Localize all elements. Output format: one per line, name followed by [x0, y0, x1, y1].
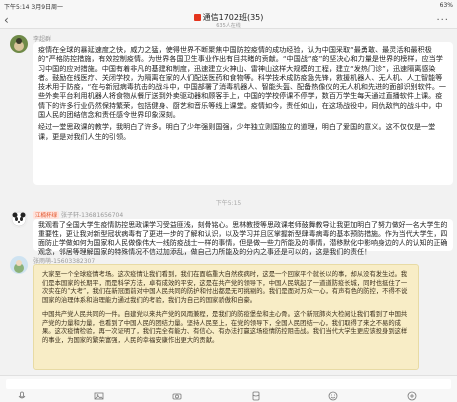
- image-icon[interactable]: [94, 391, 104, 401]
- status-time-date: 下午5:14 3月9日周一: [4, 4, 64, 11]
- handwritten-note-image[interactable]: 大家至一个全球疫情考场。这次疫情让我们看到，我们在面临重大自然疾病时，这是一个回…: [33, 264, 419, 370]
- input-bar: [0, 375, 457, 402]
- emoji-icon[interactable]: [328, 391, 338, 401]
- plus-icon[interactable]: [407, 391, 417, 401]
- note-text: 中国共产党人民共同的一件。自建党以来共产党的风雨兼程，是我们的防疫堡垒和主心骨。…: [42, 310, 408, 344]
- message-text: 疫情在全球的暴延速度之快，威力之猛，使得世界不断聚焦中国防控疫情的成功经验，认为…: [38, 45, 447, 120]
- message-input[interactable]: [6, 379, 451, 389]
- note-text: 大家至一个全球疫情考场。这次疫情让我们看到，我们在面临重大自然疾病时，这是一个回…: [42, 271, 408, 305]
- red-packet-icon[interactable]: [251, 391, 261, 401]
- message-text: 我观看了全国大学生疫情防控思政课学习受益匪浅，刻骨铭心。思林教授等思政课老师鼓舞…: [38, 221, 448, 257]
- avatar[interactable]: [10, 35, 28, 53]
- avatar[interactable]: [10, 256, 28, 274]
- voice-icon[interactable]: [17, 391, 27, 401]
- battery-level: 63%: [439, 2, 453, 9]
- more-icon[interactable]: ···: [436, 15, 449, 26]
- chat-header: ‹ 通信1702班(35) 635人在线 ···: [0, 12, 457, 29]
- message-bubble[interactable]: 我观看了全国大学生疫情防控思政课学习受益匪浅，刻骨铭心。思林教授等思政课老师鼓舞…: [33, 219, 453, 256]
- timestamp: 下午5:15: [215, 200, 242, 207]
- status-bar: 下午5:14 3月9日周一 63%: [0, 0, 457, 12]
- camera-icon[interactable]: [172, 391, 182, 401]
- sender-name[interactable]: 江楠杯绿 张子轩-13681656704: [33, 210, 123, 219]
- message-bubble[interactable]: 疫情在全球的暴延速度之快，威力之猛，使得世界不断聚焦中国防控疫情的成功经验，认为…: [33, 42, 453, 185]
- member-badge: 江楠杯绿: [33, 211, 60, 219]
- flag-icon: [193, 14, 201, 21]
- online-count: 635人在线: [216, 23, 241, 29]
- message-text: 经过一堂思政课的教学，我明白了许多。明白了少年强则国强，少年独立则国独立的道理，…: [38, 122, 436, 141]
- avatar[interactable]: [10, 210, 28, 228]
